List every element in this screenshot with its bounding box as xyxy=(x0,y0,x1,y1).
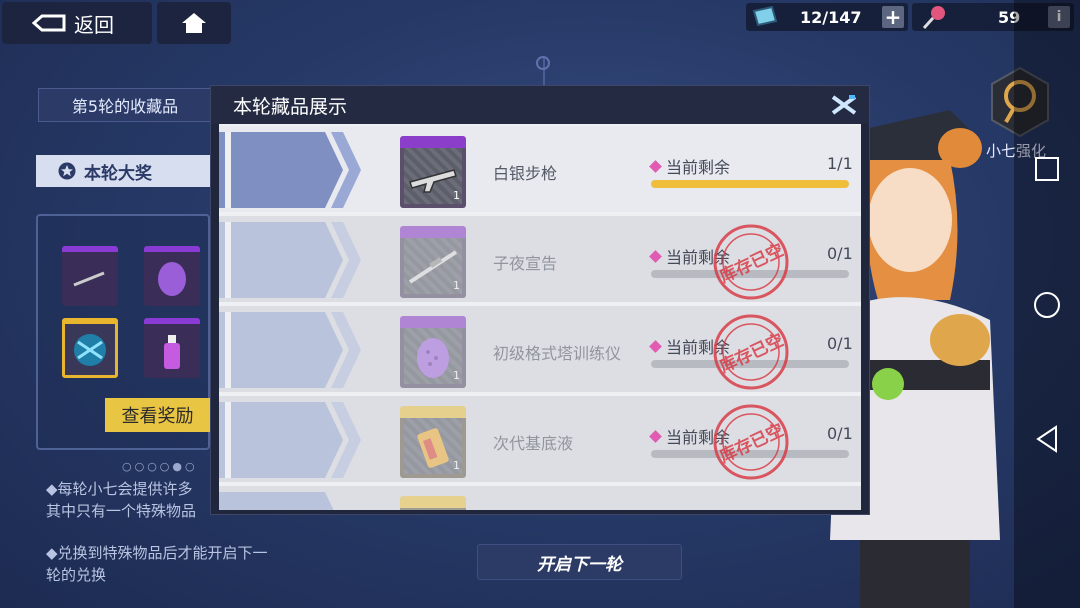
prize-slot-grand[interactable] xyxy=(62,318,118,378)
chevron-decor xyxy=(219,312,361,388)
item-row[interactable]: 1 白银步枪 当前剩余 1/1 xyxy=(219,126,861,212)
item-row-partial[interactable] xyxy=(219,486,861,510)
remaining-label-text: 当前剩余 xyxy=(666,158,731,177)
ticket-icon xyxy=(752,5,778,27)
item-row[interactable]: 1 次代基底液 当前剩余 0/1 库存已空 xyxy=(219,396,861,482)
close-icon xyxy=(831,95,857,115)
next-round-button[interactable]: 开启下一轮 xyxy=(477,544,682,580)
remaining-value: 1/1 xyxy=(827,154,853,173)
remaining-value: 0/1 xyxy=(827,244,853,263)
item-name: 次代基底液 xyxy=(493,434,574,453)
tab-grand-prize[interactable]: 本轮大奖 xyxy=(36,155,210,187)
collection-modal: 本轮藏品展示 1 白银步枪 当前剩余 1/1 1 子夜宣告 当前剩余 0/1 库… xyxy=(210,85,870,515)
rule-note-2: ◆兑换到特殊物品后才能开启下一 轮的兑换 xyxy=(46,544,268,584)
item-tile[interactable]: 1 xyxy=(400,226,466,298)
remaining-progress-bar xyxy=(651,180,849,188)
back-triangle-icon[interactable] xyxy=(1034,424,1060,454)
crystal-icon xyxy=(74,333,106,366)
modal-title: 本轮藏品展示 xyxy=(233,95,348,118)
progress-fill xyxy=(651,180,849,188)
sold-out-stamp: 库存已空 xyxy=(713,314,789,390)
remaining-label: 当前剩余 xyxy=(649,154,731,178)
item-name: 子夜宣告 xyxy=(493,254,558,273)
diamond-icon xyxy=(649,249,662,263)
chevron-decor xyxy=(219,222,361,298)
star-badge-icon xyxy=(58,162,76,180)
prize-slot[interactable] xyxy=(144,318,200,378)
device-icon xyxy=(158,262,186,296)
sniper-icon xyxy=(73,271,105,287)
page-indicator: ○○○○●○ xyxy=(122,460,198,473)
back-button[interactable]: 返回 xyxy=(2,2,152,44)
item-row[interactable]: 1 子夜宣告 当前剩余 0/1 库存已空 xyxy=(219,216,861,302)
home-circle-icon[interactable] xyxy=(1032,290,1062,320)
back-arrow-icon xyxy=(32,14,66,32)
add-ticket-button[interactable]: + xyxy=(882,5,904,29)
connector-node xyxy=(536,56,550,70)
ticket-count: 12/147 xyxy=(800,7,862,27)
item-count: 1 xyxy=(453,279,460,292)
close-button[interactable] xyxy=(828,92,860,118)
sold-out-stamp: 库存已空 xyxy=(713,404,789,480)
round-collection-title: 第5轮的收藏品 xyxy=(38,88,212,122)
item-tile[interactable]: 1 xyxy=(400,406,466,478)
back-label: 返回 xyxy=(74,12,114,37)
modal-header: 本轮藏品展示 xyxy=(211,86,869,124)
chevron-decor xyxy=(219,402,361,478)
recent-apps-icon[interactable] xyxy=(1034,156,1060,182)
item-tile[interactable]: 1 xyxy=(400,316,466,388)
lollipop-icon xyxy=(922,6,945,30)
item-count: 1 xyxy=(453,369,460,382)
diamond-icon xyxy=(649,429,662,443)
diamond-icon xyxy=(649,159,662,173)
home-button[interactable] xyxy=(157,2,231,44)
chevron-decor xyxy=(219,492,334,510)
chevron-decor xyxy=(219,132,361,208)
item-count: 1 xyxy=(453,189,460,202)
item-tile[interactable] xyxy=(400,496,466,510)
ticket-counter: 12/147 + xyxy=(746,3,908,31)
diamond-icon xyxy=(649,339,662,353)
item-count: 1 xyxy=(453,459,460,472)
home-icon xyxy=(182,13,206,33)
grand-prize-label: 本轮大奖 xyxy=(84,163,152,184)
remaining-value: 0/1 xyxy=(827,334,853,353)
prize-slot[interactable] xyxy=(62,246,118,306)
item-list[interactable]: 1 白银步枪 当前剩余 1/1 1 子夜宣告 当前剩余 0/1 库存已空 1 初… xyxy=(219,124,861,510)
item-row[interactable]: 1 初级格式塔训练仪 当前剩余 0/1 库存已空 xyxy=(219,306,861,392)
item-tile[interactable]: 1 xyxy=(400,136,466,208)
item-name: 白银步枪 xyxy=(493,164,558,183)
prize-slot[interactable] xyxy=(144,246,200,306)
remaining-value: 0/1 xyxy=(827,424,853,443)
spray-icon xyxy=(164,335,180,369)
view-rewards-button[interactable]: 查看奖励 xyxy=(105,398,210,432)
sold-out-stamp: 库存已空 xyxy=(713,224,789,300)
system-navbar xyxy=(1014,0,1080,608)
item-name: 初级格式塔训练仪 xyxy=(493,344,622,363)
